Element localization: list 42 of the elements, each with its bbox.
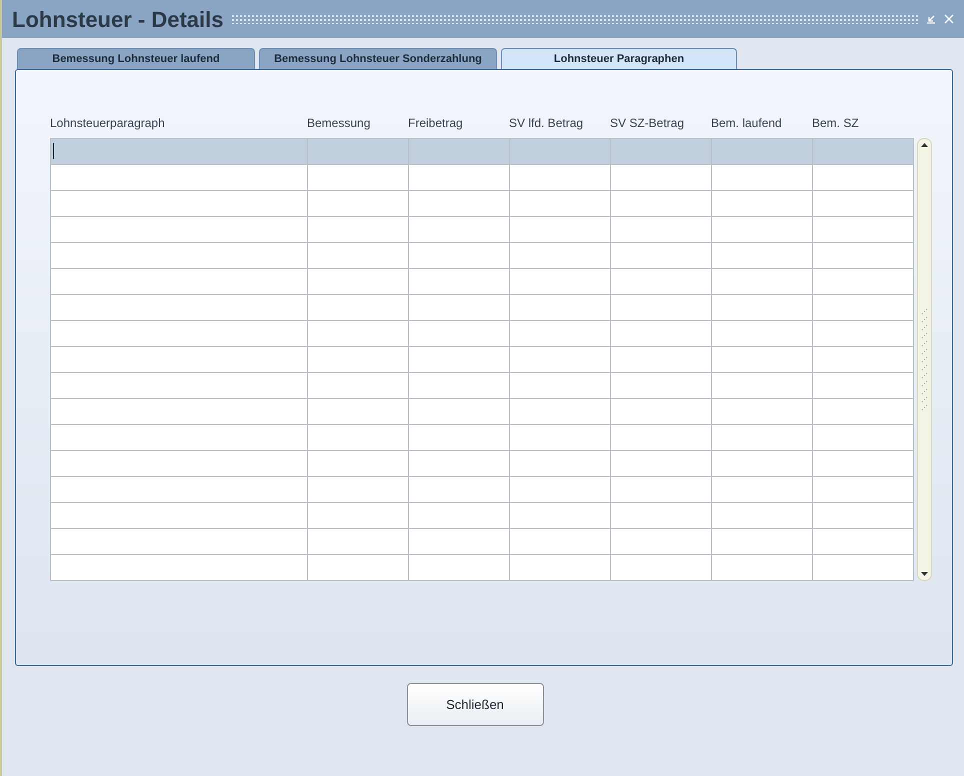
tab[interactable]: Lohnsteuer Paragraphen	[501, 48, 737, 69]
table-row[interactable]	[51, 347, 914, 373]
column-header: Lohnsteuerparagraph	[50, 115, 166, 132]
close-icon[interactable]	[944, 14, 954, 24]
table-row[interactable]	[51, 555, 914, 581]
table-cell[interactable]	[51, 555, 308, 581]
grip-pattern-icon	[231, 14, 918, 24]
table-row[interactable]	[51, 295, 914, 321]
table-row[interactable]	[51, 217, 914, 243]
table-cell[interactable]	[813, 555, 914, 581]
column-header: SV SZ-Betrag	[610, 115, 686, 132]
table-row[interactable]	[51, 373, 914, 399]
table-cell[interactable]	[712, 555, 813, 581]
tab[interactable]: Bemessung Lohnsteuer Sonderzahlung	[259, 48, 497, 69]
table-row[interactable]	[51, 399, 914, 425]
table-row[interactable]	[51, 425, 914, 451]
tab[interactable]: Bemessung Lohnsteuer laufend	[17, 48, 255, 69]
window-title: Lohnsteuer - Details	[12, 6, 224, 34]
table-cell[interactable]	[510, 555, 611, 581]
table-row[interactable]	[51, 243, 914, 269]
table-row[interactable]	[51, 321, 914, 347]
column-header: Bem. laufend	[711, 115, 783, 132]
table-cell[interactable]	[409, 555, 510, 581]
table-cell[interactable]	[308, 555, 409, 581]
table-row[interactable]	[51, 165, 914, 191]
table-row[interactable]	[51, 269, 914, 295]
table-row[interactable]	[51, 529, 914, 555]
column-header: Bem. SZ	[812, 115, 860, 132]
column-header: Freibetrag	[408, 115, 464, 132]
column-header: Bemessung	[307, 115, 372, 132]
text-cursor	[53, 143, 54, 159]
table-row[interactable]	[51, 191, 914, 217]
table-row[interactable]	[51, 477, 914, 503]
table-row[interactable]	[51, 451, 914, 477]
scrollbar[interactable]	[917, 138, 932, 581]
scroll-grip-icon	[920, 308, 928, 412]
minimize-icon[interactable]	[926, 14, 936, 24]
table-row[interactable]	[51, 139, 914, 165]
table-cell[interactable]	[611, 555, 712, 581]
table-row[interactable]	[51, 503, 914, 529]
close-dialog-button[interactable]: Schließen	[406, 683, 544, 726]
column-header: SV lfd. Betrag	[509, 115, 584, 132]
